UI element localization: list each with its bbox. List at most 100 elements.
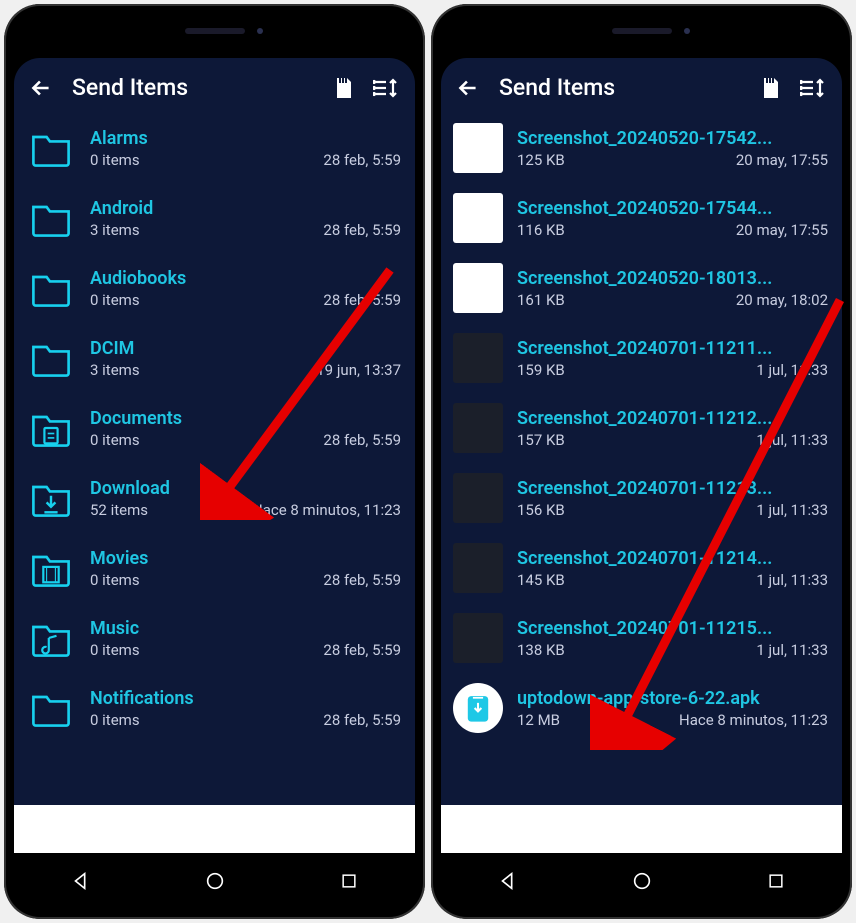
item-info: Alarms 0 items 28 feb, 5:59 [90, 128, 401, 169]
item-sub: 0 items [90, 711, 140, 729]
item-info: Screenshot_20240701-11211... 159 KB 1 ju… [517, 338, 828, 379]
item-date: 1 jul, 11:33 [756, 361, 828, 379]
list-item[interactable]: uptodown-app-store-6-22.apk 12 MB Hace 8… [441, 673, 842, 743]
item-name: Movies [90, 548, 401, 569]
item-date: 28 feb, 5:59 [323, 571, 401, 589]
item-info: Movies 0 items 28 feb, 5:59 [90, 548, 401, 589]
bottom-bar [441, 805, 842, 853]
item-name: Screenshot_20240701-11212... [517, 408, 828, 429]
item-date: 20 may, 17:55 [736, 221, 828, 239]
item-date: 1 jul, 11:33 [756, 431, 828, 449]
app-bar: Send Items [441, 58, 842, 113]
folder-icon [26, 193, 76, 243]
list-item[interactable]: Screenshot_20240520-18013... 161 KB 20 m… [441, 253, 842, 323]
item-name: Documents [90, 408, 401, 429]
item-name: Screenshot_20240701-11213... [517, 478, 828, 499]
list-item[interactable]: Screenshot_20240701-11213... 156 KB 1 ju… [441, 463, 842, 533]
sort-icon[interactable] [800, 76, 828, 100]
item-size: 159 KB [517, 361, 565, 379]
nav-recent-icon[interactable] [766, 871, 786, 891]
list-item[interactable]: Android 3 items 28 feb, 5:59 [14, 183, 415, 253]
folder-list[interactable]: Alarms 0 items 28 feb, 5:59 Android 3 it… [14, 113, 415, 805]
list-item[interactable]: Screenshot_20240701-11215... 138 KB 1 ju… [441, 603, 842, 673]
item-name: Screenshot_20240701-11215... [517, 618, 828, 639]
back-icon[interactable] [28, 75, 54, 101]
file-list[interactable]: Screenshot_20240520-17542... 125 KB 20 m… [441, 113, 842, 805]
item-name: Audiobooks [90, 268, 401, 289]
item-size: 145 KB [517, 571, 565, 589]
folder-icon [26, 683, 76, 733]
item-size: 161 KB [517, 291, 565, 309]
item-size: 156 KB [517, 501, 565, 519]
item-sub: 52 items [90, 501, 148, 519]
folder-movie-icon [26, 543, 76, 593]
item-date: 1 jul, 11:33 [756, 501, 828, 519]
item-sub: 0 items [90, 431, 140, 449]
list-item[interactable]: Screenshot_20240701-11214... 145 KB 1 ju… [441, 533, 842, 603]
android-nav-bar [14, 853, 415, 909]
nav-back-icon[interactable] [497, 870, 519, 892]
item-name: Screenshot_20240701-11214... [517, 548, 828, 569]
item-sub: 3 items [90, 361, 140, 379]
phone-speaker [185, 28, 245, 34]
list-item[interactable]: Screenshot_20240520-17544... 116 KB 20 m… [441, 183, 842, 253]
item-size: 12 MB [517, 711, 560, 729]
item-date: 1 jul, 11:33 [756, 641, 828, 659]
item-sub: 0 items [90, 641, 140, 659]
phone-left: Send Items Alarms 0 items 28 feb, 5:59 A… [4, 4, 425, 919]
item-info: Android 3 items 28 feb, 5:59 [90, 198, 401, 239]
item-name: Screenshot_20240520-17542... [517, 128, 828, 149]
item-size: 125 KB [517, 151, 565, 169]
phone-right: Send Items Screenshot_20240520-17542... … [431, 4, 852, 919]
item-date: 20 may, 18:02 [736, 291, 828, 309]
list-item[interactable]: Download 52 items Hace 8 minutos, 11:23 [14, 463, 415, 533]
item-name: DCIM [90, 338, 401, 359]
list-item[interactable]: Music 0 items 28 feb, 5:59 [14, 603, 415, 673]
item-name: Download [90, 478, 401, 499]
list-item[interactable]: Screenshot_20240701-11212... 157 KB 1 ju… [441, 393, 842, 463]
sd-card-icon[interactable] [758, 75, 782, 101]
item-name: Screenshot_20240520-18013... [517, 268, 828, 289]
thumbnail [453, 473, 503, 523]
back-icon[interactable] [455, 75, 481, 101]
nav-home-icon[interactable] [631, 870, 653, 892]
thumbnail [453, 403, 503, 453]
item-date: 28 feb, 5:59 [323, 711, 401, 729]
thumbnail [453, 613, 503, 663]
list-item[interactable]: DCIM 3 items 19 jun, 13:37 [14, 323, 415, 393]
item-date: 19 jun, 13:37 [316, 361, 401, 379]
item-info: Screenshot_20240701-11214... 145 KB 1 ju… [517, 548, 828, 589]
item-sub: 0 items [90, 291, 140, 309]
thumbnail [453, 333, 503, 383]
list-item[interactable]: Notifications 0 items 28 feb, 5:59 [14, 673, 415, 743]
bottom-bar [14, 805, 415, 853]
list-item[interactable]: Documents 0 items 28 feb, 5:59 [14, 393, 415, 463]
item-info: Screenshot_20240701-11213... 156 KB 1 ju… [517, 478, 828, 519]
item-date: 1 jul, 11:33 [756, 571, 828, 589]
item-sub: 0 items [90, 571, 140, 589]
item-name: Screenshot_20240520-17544... [517, 198, 828, 219]
page-title: Send Items [499, 74, 740, 101]
nav-back-icon[interactable] [70, 870, 92, 892]
sort-icon[interactable] [373, 76, 401, 100]
thumbnail [453, 543, 503, 593]
item-info: Download 52 items Hace 8 minutos, 11:23 [90, 478, 401, 519]
apk-icon [453, 683, 503, 733]
nav-recent-icon[interactable] [339, 871, 359, 891]
item-name: uptodown-app-store-6-22.apk [517, 688, 828, 709]
item-info: uptodown-app-store-6-22.apk 12 MB Hace 8… [517, 688, 828, 729]
item-info: Screenshot_20240520-18013... 161 KB 20 m… [517, 268, 828, 309]
list-item[interactable]: Audiobooks 0 items 28 feb, 5:59 [14, 253, 415, 323]
item-info: Screenshot_20240701-11215... 138 KB 1 ju… [517, 618, 828, 659]
list-item[interactable]: Screenshot_20240701-11211... 159 KB 1 ju… [441, 323, 842, 393]
item-name: Screenshot_20240701-11211... [517, 338, 828, 359]
list-item[interactable]: Movies 0 items 28 feb, 5:59 [14, 533, 415, 603]
list-item[interactable]: Screenshot_20240520-17542... 125 KB 20 m… [441, 113, 842, 183]
item-name: Music [90, 618, 401, 639]
nav-home-icon[interactable] [204, 870, 226, 892]
item-date: 28 feb, 5:59 [323, 291, 401, 309]
sd-card-icon[interactable] [331, 75, 355, 101]
list-item[interactable]: Alarms 0 items 28 feb, 5:59 [14, 113, 415, 183]
item-info: Audiobooks 0 items 28 feb, 5:59 [90, 268, 401, 309]
phone-speaker [612, 28, 672, 34]
